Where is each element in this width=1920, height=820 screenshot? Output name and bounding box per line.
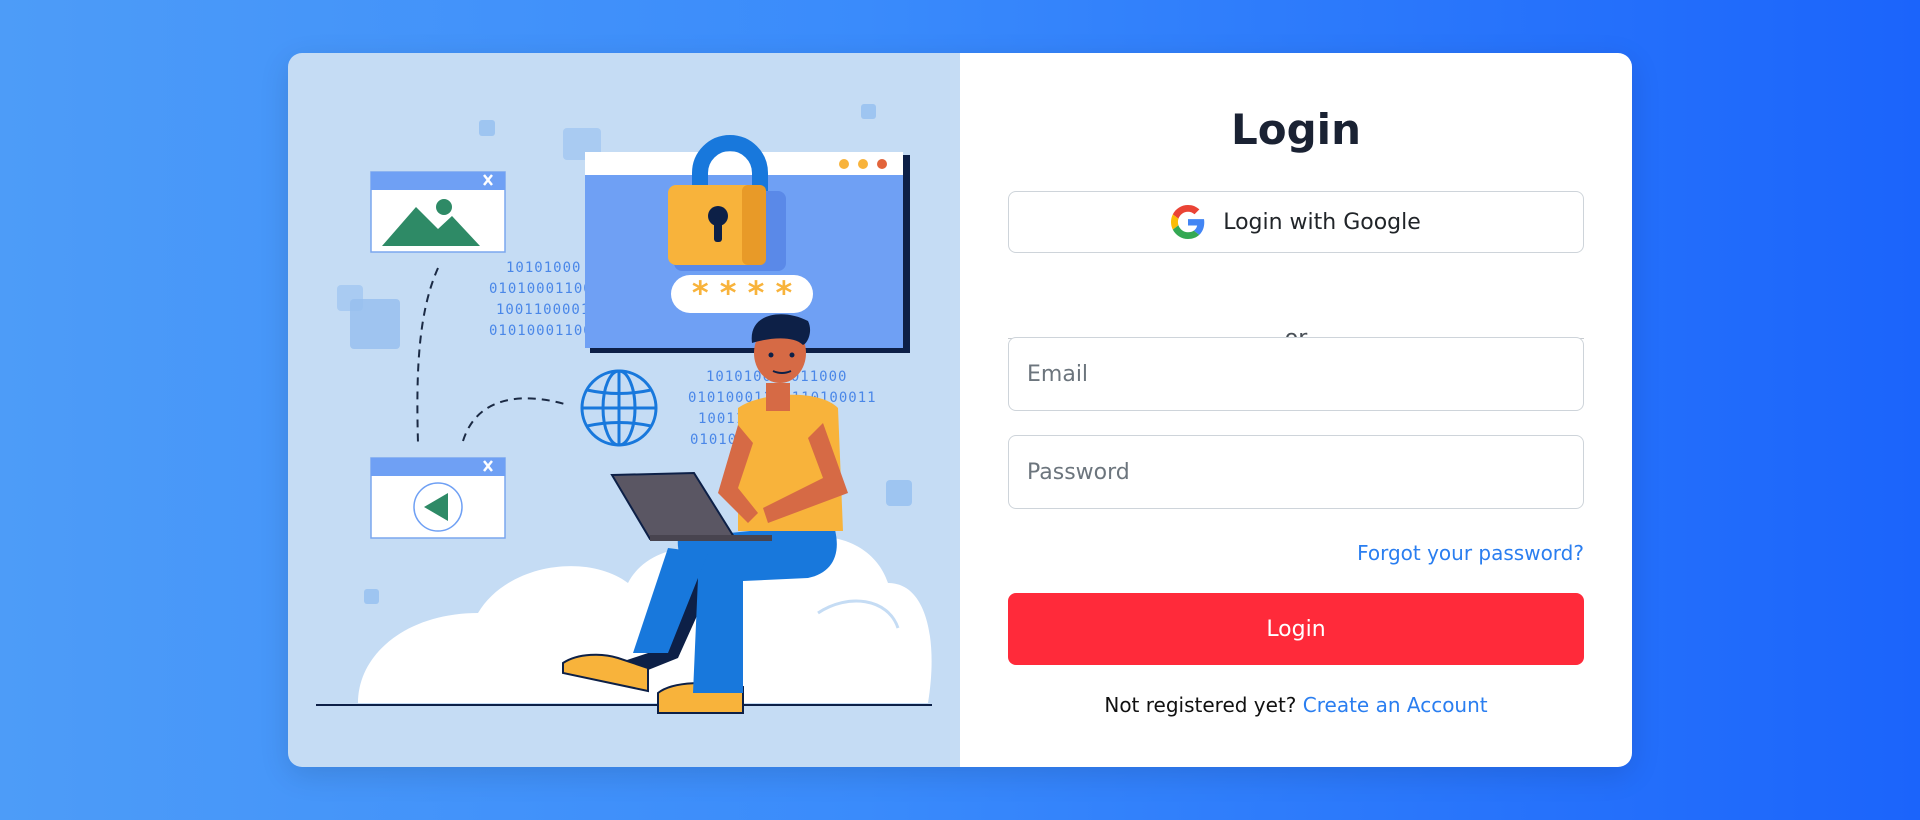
decor-square — [861, 104, 876, 119]
globe-icon — [580, 369, 658, 447]
svg-text:10101000: 10101000 — [506, 260, 581, 276]
google-login-button[interactable]: Login with Google — [1008, 191, 1584, 253]
decor-square — [479, 120, 495, 136]
google-g-icon — [1171, 205, 1205, 239]
svg-text:1001100001: 1001100001 — [496, 302, 590, 318]
login-form-panel: Login Login with Google or Forgot your p… — [960, 53, 1632, 767]
svg-text:* * * *: * * * * — [692, 274, 793, 312]
password-field-graphic: * * * * — [671, 274, 813, 313]
register-prompt-text: Not registered yet? — [1104, 693, 1303, 717]
illustration-panel: 10101000 01010001100 1001100001 01010001… — [288, 53, 960, 767]
login-card: 10101000 01010001100 1001100001 01010001… — [288, 53, 1632, 767]
svg-text:01010001100: 01010001100 — [489, 323, 593, 339]
page-title: Login — [1231, 105, 1361, 154]
google-login-label: Login with Google — [1223, 209, 1421, 235]
forgot-password-link[interactable]: Forgot your password? — [1357, 541, 1584, 565]
decor-square — [350, 299, 400, 349]
svg-text:01010001100: 01010001100 — [489, 281, 593, 297]
video-window-icon — [370, 457, 506, 539]
password-field[interactable] — [1008, 435, 1584, 509]
dashed-connector — [462, 397, 569, 442]
email-field[interactable] — [1008, 337, 1584, 411]
register-prompt: Not registered yet? Create an Account — [960, 693, 1632, 717]
image-window-icon — [370, 171, 506, 253]
decor-square — [364, 589, 379, 604]
login-button[interactable]: Login — [1008, 593, 1584, 665]
create-account-link[interactable]: Create an Account — [1303, 693, 1488, 717]
security-illustration: 10101000 01010001100 1001100001 01010001… — [316, 104, 932, 714]
decor-square — [886, 480, 912, 506]
dashed-connector — [416, 267, 439, 444]
